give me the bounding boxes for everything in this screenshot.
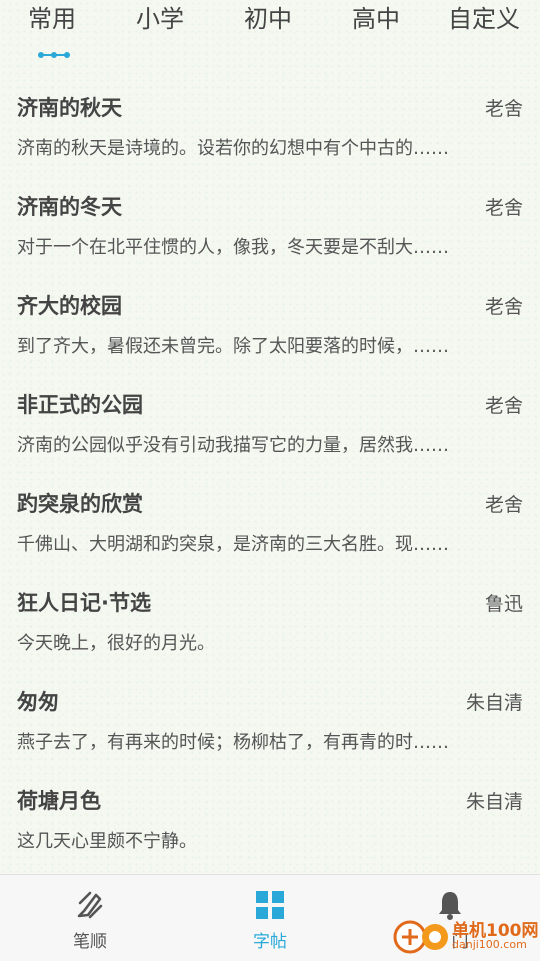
nav-stroke-order[interactable]: 笔顺 <box>0 875 180 961</box>
watermark-url: danji100.com <box>452 938 527 951</box>
article-title: 济南的冬天 <box>17 195 122 219</box>
site-watermark: 单机100网 danji100.com <box>390 914 540 960</box>
article-author: 老舍 <box>484 296 523 318</box>
article-title: 非正式的公园 <box>17 393 143 417</box>
watermark-logo-icon <box>393 920 448 954</box>
list-item[interactable]: 荷塘月色 朱自清 这几天心里颇不宁静。 <box>0 763 540 861</box>
article-excerpt: 到了齐大，暑假还未曾完。除了太阳要落的时候，…… <box>17 336 449 357</box>
article-author: 鲁迅 <box>484 593 523 615</box>
nav-copybook[interactable]: 字帖 <box>180 875 360 961</box>
article-excerpt: 今天晚上，很好的月光。 <box>17 633 215 654</box>
article-author: 老舍 <box>484 197 523 219</box>
nav-label: 笔顺 <box>73 932 107 952</box>
article-excerpt: 对于一个在北平住惯的人，像我，冬天要是不刮大…… <box>17 237 449 258</box>
article-title: 趵突泉的欣赏 <box>17 492 143 516</box>
list-item[interactable]: 匆匆 朱自清 燕子去了，有再来的时候；杨柳枯了，有再青的时…… <box>0 664 540 762</box>
article-excerpt: 济南的秋天是诗境的。设若你的幻想中有个中古的…… <box>17 138 449 159</box>
list-item[interactable]: 济南的秋天 老舍 济南的秋天是诗境的。设若你的幻想中有个中古的…… <box>0 70 540 168</box>
article-excerpt: 燕子去了，有再来的时候；杨柳枯了，有再青的时…… <box>17 732 449 753</box>
tab-common[interactable]: 常用 <box>28 2 76 36</box>
article-excerpt: 千佛山、大明湖和趵突泉，是济南的三大名胜。现…… <box>17 534 449 555</box>
list-item[interactable]: 济南的冬天 老舍 对于一个在北平住惯的人，像我，冬天要是不刮大…… <box>0 169 540 267</box>
list-item[interactable]: 趵突泉的欣赏 老舍 千佛山、大明湖和趵突泉，是济南的三大名胜。现…… <box>0 466 540 564</box>
article-author: 朱自清 <box>465 692 523 714</box>
category-tabs: 常用 小学 初中 高中 自定义 <box>0 0 540 70</box>
article-excerpt: 济南的公园似乎没有引动我描写它的力量，居然我…… <box>17 435 449 456</box>
article-author: 朱自清 <box>465 791 523 813</box>
article-author: 老舍 <box>484 395 523 417</box>
grid-icon <box>256 891 284 919</box>
article-title: 济南的秋天 <box>17 96 122 120</box>
list-item[interactable]: 非正式的公园 老舍 济南的公园似乎没有引动我描写它的力量，居然我…… <box>0 367 540 465</box>
article-title: 匆匆 <box>17 690 59 714</box>
list-item[interactable]: 齐大的校园 老舍 到了齐大，暑假还未曾完。除了太阳要落的时候，…… <box>0 268 540 366</box>
article-author: 老舍 <box>484 494 523 516</box>
active-tab-indicator <box>38 51 70 59</box>
article-title: 荷塘月色 <box>17 789 101 813</box>
pen-stroke-icon <box>77 891 103 919</box>
list-item[interactable]: 狂人日记·节选 鲁迅 今天晚上，很好的月光。 <box>0 565 540 663</box>
tab-junior-high[interactable]: 初中 <box>244 2 292 36</box>
tab-custom[interactable]: 自定义 <box>448 2 520 36</box>
nav-label: 字帖 <box>253 932 287 952</box>
article-excerpt: 这几天心里颇不宁静。 <box>17 831 197 852</box>
tab-senior-high[interactable]: 高中 <box>352 2 400 36</box>
article-title: 狂人日记·节选 <box>17 591 151 615</box>
article-author: 老舍 <box>484 98 523 120</box>
article-title: 齐大的校园 <box>17 294 122 318</box>
tab-primary-school[interactable]: 小学 <box>136 2 184 36</box>
